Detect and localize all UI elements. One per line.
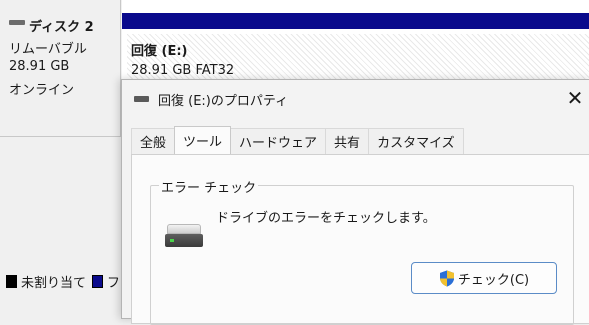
legend-unallocated: 未割り当て [21, 275, 87, 291]
tab-tools[interactable]: ツール [174, 126, 232, 154]
partition-desc: 28.91 GB FAT32 [131, 63, 235, 78]
disk-icon [9, 20, 25, 25]
close-icon: ✕ [566, 86, 584, 110]
check-button[interactable]: チェック(C) [411, 262, 557, 294]
disk-type: リムーバブル [9, 42, 87, 57]
disk-status: オンライン [9, 83, 75, 98]
primary-swatch [92, 274, 104, 288]
tab-strip: 全般 ツール ハードウェア 共有 カスタマイズ [131, 126, 464, 154]
disk-size: 28.91 GB [9, 59, 70, 74]
legend: 未割り当て フ [0, 266, 130, 296]
disk-info-panel[interactable]: ディスク 2 リムーバブル 28.91 GB オンライン [0, 0, 121, 137]
properties-dialog: 回復 (E:)のプロパティ ✕ 全般 ツール ハードウェア 共有 カスタマイズ … [121, 79, 589, 325]
tools-panel: エラー チェック ドライブのエラーをチェックします。 チェック(C) [131, 154, 589, 325]
unallocated-swatch [6, 274, 17, 288]
group-title: エラー チェック [159, 177, 259, 196]
check-button-label: チェック(C) [457, 272, 530, 288]
error-check-group: エラー チェック ドライブのエラーをチェックします。 チェック(C) [150, 177, 574, 325]
partition-stripe [122, 13, 589, 29]
partition-block[interactable]: 回復 (E:) 28.91 GB FAT32 [127, 34, 589, 80]
disk-name: ディスク 2 [29, 20, 94, 35]
tab-customize[interactable]: カスタマイズ [368, 128, 464, 154]
close-button[interactable]: ✕ [560, 80, 589, 116]
hard-drive-icon [165, 224, 203, 252]
tab-general[interactable]: 全般 [131, 128, 176, 154]
disk-title: ディスク 2 [9, 16, 94, 35]
tab-hardware[interactable]: ハードウェア [230, 128, 327, 154]
error-check-description: ドライブのエラーをチェックします。 [216, 211, 436, 226]
drive-icon [134, 96, 149, 102]
legend-primary: フ [107, 275, 121, 291]
dialog-titlebar[interactable]: 回復 (E:)のプロパティ ✕ [122, 80, 589, 118]
dialog-title: 回復 (E:)のプロパティ [158, 94, 289, 109]
uac-shield-icon [439, 270, 454, 286]
partition-name: 回復 (E:) [131, 44, 188, 59]
partition-area: 回復 (E:) 28.91 GB FAT32 [122, 0, 589, 90]
tab-sharing[interactable]: 共有 [325, 128, 370, 154]
